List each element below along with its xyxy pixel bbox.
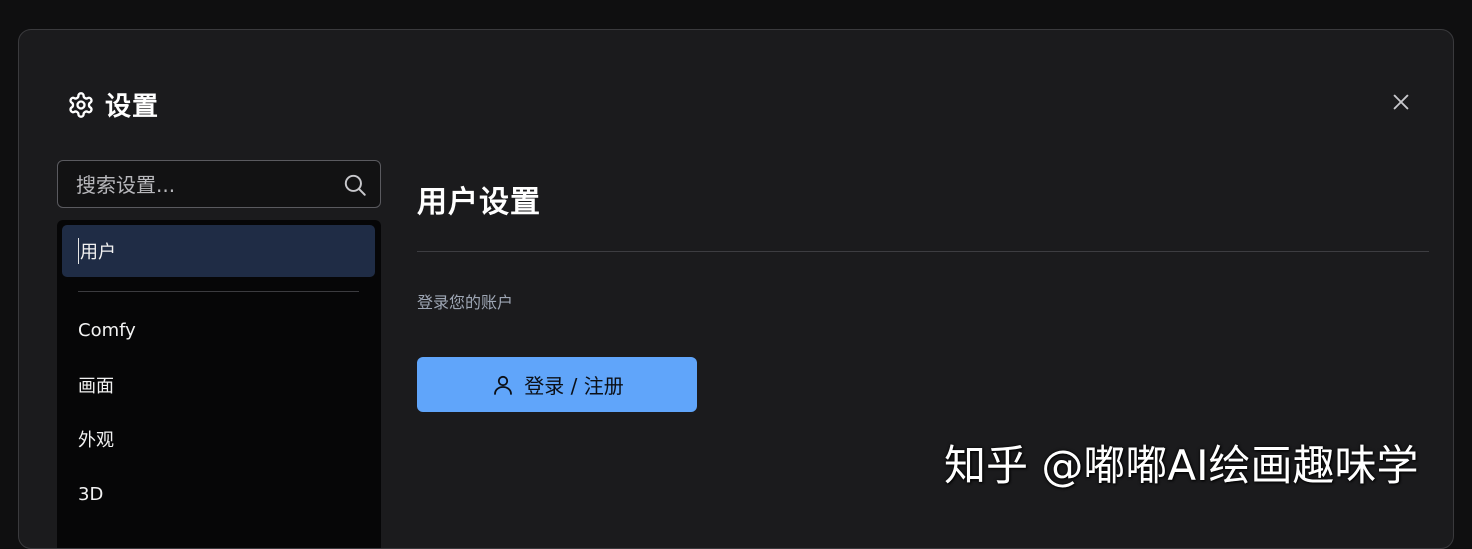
login-hint-text: 登录您的账户 — [417, 293, 514, 312]
login-button-label: 登录 / 注册 — [524, 374, 624, 398]
close-icon — [1393, 94, 1409, 110]
dialog-title: 设置 — [105, 92, 160, 122]
content-divider — [417, 251, 1429, 252]
settings-search — [57, 160, 381, 209]
sidebar-item-appearance[interactable]: 外观 — [62, 413, 375, 465]
close-button[interactable] — [1387, 88, 1415, 116]
dialog-header: 设置 — [67, 86, 159, 123]
sidebar-item-3d[interactable]: 3D — [62, 468, 375, 520]
watermark: 知乎 @嘟嘟AI绘画趣味学 — [944, 441, 1419, 490]
sidebar-item-label: 3D — [78, 483, 104, 505]
sidebar-item-label: Comfy — [78, 319, 136, 341]
user-icon — [490, 372, 516, 398]
gear-icon — [67, 91, 95, 119]
search-input[interactable] — [74, 161, 328, 209]
sidebar-item-comfy[interactable]: Comfy — [62, 304, 375, 356]
sidebar-item-canvas[interactable]: 画面 — [62, 359, 375, 411]
sidebar-divider — [78, 291, 359, 292]
login-register-button[interactable]: 登录 / 注册 — [417, 357, 697, 412]
page-title: 用户设置 — [417, 185, 541, 220]
sidebar-item-label: 用户 — [78, 238, 116, 264]
sidebar-item-label: 外观 — [78, 430, 114, 451]
settings-sidebar: 用户 Comfy 画面 外观 3D — [57, 220, 381, 548]
sidebar-item-label: 画面 — [78, 376, 114, 397]
sidebar-item-user[interactable]: 用户 — [62, 225, 375, 277]
search-icon[interactable] — [342, 172, 368, 198]
